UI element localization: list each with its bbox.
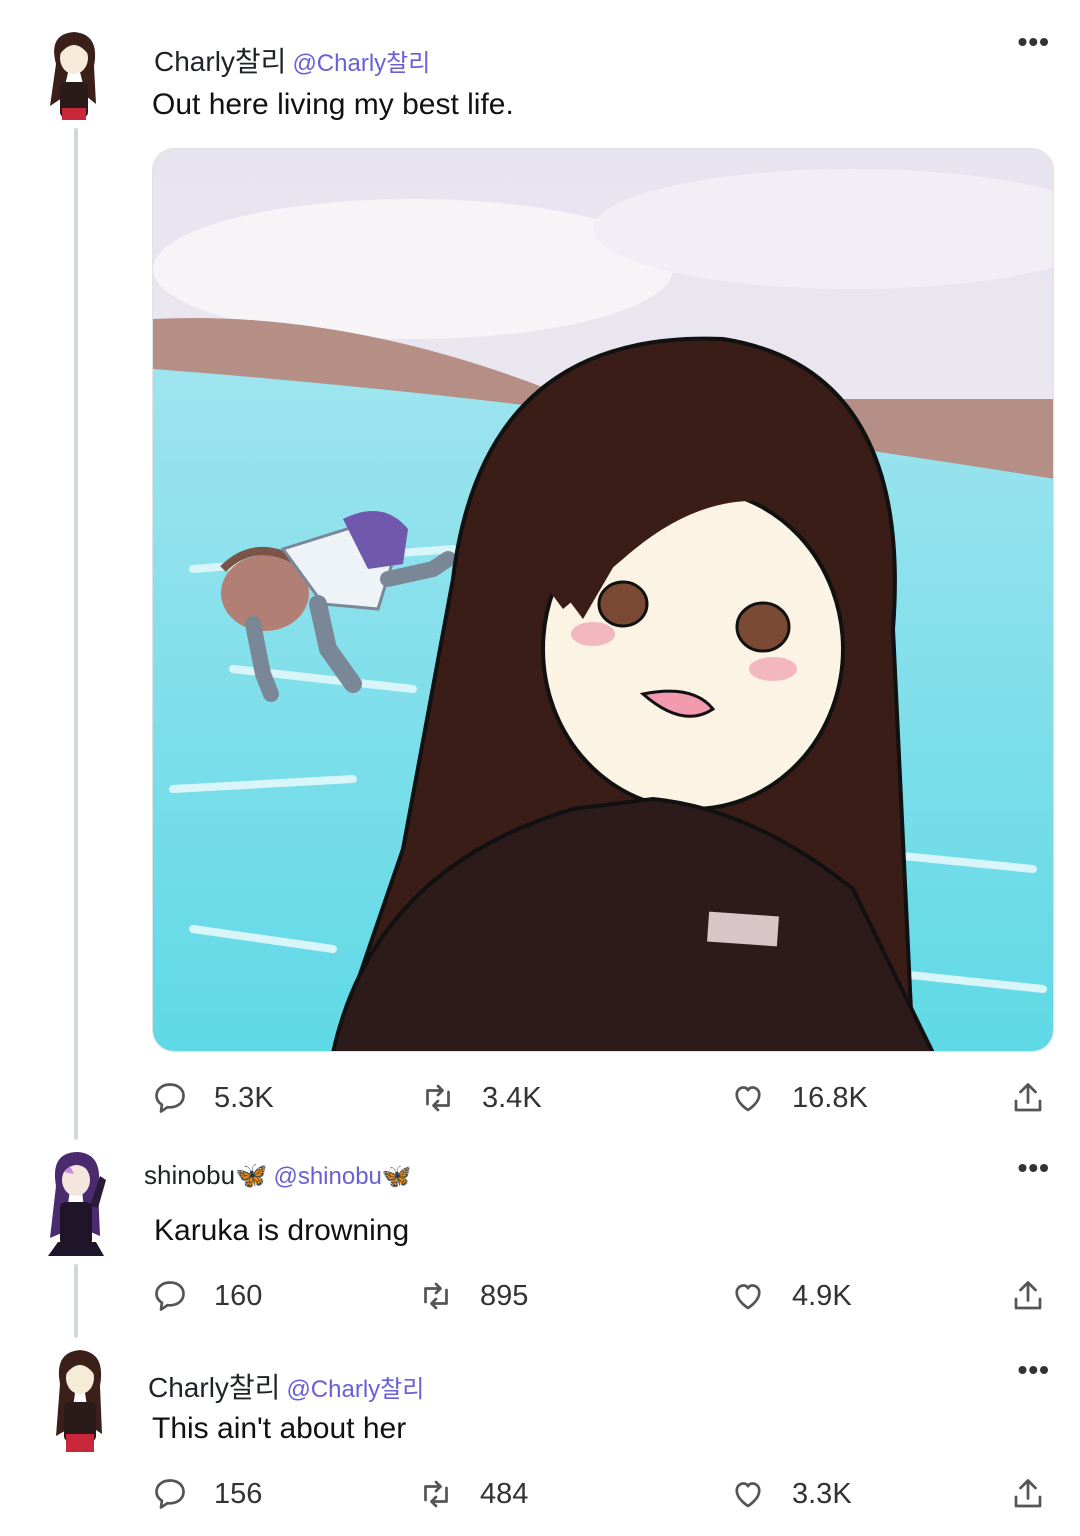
- reply-icon: [155, 1083, 185, 1113]
- retweet-count: 895: [480, 1279, 529, 1312]
- avatar[interactable]: [40, 1146, 112, 1256]
- retweet-button[interactable]: 484: [418, 1472, 528, 1516]
- like-button[interactable]: 4.9K: [730, 1274, 852, 1318]
- like-count: 16.8K: [792, 1081, 868, 1114]
- tweet-text: Out here living my best life.: [152, 88, 514, 121]
- reply-button[interactable]: 156: [152, 1472, 262, 1516]
- tweet-actions: 156 484 3.3K: [0, 1472, 1080, 1516]
- user-handle[interactable]: @Charly찰리: [292, 43, 430, 78]
- share-button[interactable]: [1010, 1080, 1046, 1121]
- heart-icon: [735, 1086, 761, 1112]
- like-button[interactable]: 16.8K: [730, 1076, 868, 1120]
- reply-icon: [155, 1479, 185, 1509]
- retweet-count: 3.4K: [482, 1081, 542, 1114]
- more-icon[interactable]: •••: [1018, 1354, 1050, 1386]
- tweet-text: Karuka is drowning: [154, 1214, 410, 1247]
- user-handle[interactable]: @shinobu🦋: [273, 1162, 411, 1191]
- reply-icon: [155, 1281, 185, 1311]
- heart-icon: [735, 1482, 761, 1508]
- more-icon[interactable]: •••: [1018, 26, 1050, 58]
- retweet-icon: [424, 1480, 448, 1508]
- avatar[interactable]: [44, 1344, 116, 1452]
- display-name[interactable]: Charly찰리: [154, 40, 286, 80]
- reply-button[interactable]: 160: [152, 1274, 262, 1318]
- like-count: 3.3K: [792, 1477, 852, 1510]
- user-handle[interactable]: @Charly찰리: [286, 1369, 424, 1404]
- reply-count: 5.3K: [214, 1081, 274, 1114]
- tweet-text: This ain't about her: [152, 1412, 407, 1445]
- retweet-icon: [424, 1282, 448, 1310]
- share-icon: [1014, 1083, 1042, 1112]
- tweet-actions: 5.3K 3.4K 16.8K: [0, 1076, 1080, 1120]
- tweet-actions: 160 895 4.9K: [0, 1274, 1080, 1318]
- reply-count: 160: [214, 1279, 263, 1312]
- heart-icon: [735, 1284, 761, 1310]
- avatar[interactable]: [38, 24, 110, 120]
- more-icon[interactable]: •••: [1018, 1152, 1050, 1184]
- like-button[interactable]: 3.3K: [730, 1472, 852, 1516]
- tweet-image[interactable]: [152, 148, 1054, 1052]
- retweet-button[interactable]: 895: [418, 1274, 528, 1318]
- like-count: 4.9K: [792, 1279, 852, 1312]
- share-icon: [1014, 1281, 1042, 1310]
- share-button[interactable]: [1010, 1476, 1046, 1517]
- tweet[interactable]: shinobu🦋 @shinobu🦋 ••• Karuka is drownin…: [0, 1140, 1080, 1340]
- reply-count: 156: [214, 1477, 263, 1510]
- reply-button[interactable]: 5.3K: [152, 1076, 274, 1120]
- display-name[interactable]: shinobu🦋: [144, 1160, 267, 1191]
- tweet[interactable]: Charly찰리 @Charly찰리 ••• This ain't about …: [0, 1340, 1080, 1536]
- retweet-count: 484: [480, 1477, 529, 1510]
- display-name[interactable]: Charly찰리: [148, 1366, 280, 1406]
- retweet-icon: [426, 1084, 450, 1112]
- retweet-button[interactable]: 3.4K: [420, 1076, 542, 1120]
- share-button[interactable]: [1010, 1278, 1046, 1319]
- tweet[interactable]: Charly찰리 @Charly찰리 ••• Out here living m…: [0, 0, 1080, 1140]
- share-icon: [1014, 1479, 1042, 1508]
